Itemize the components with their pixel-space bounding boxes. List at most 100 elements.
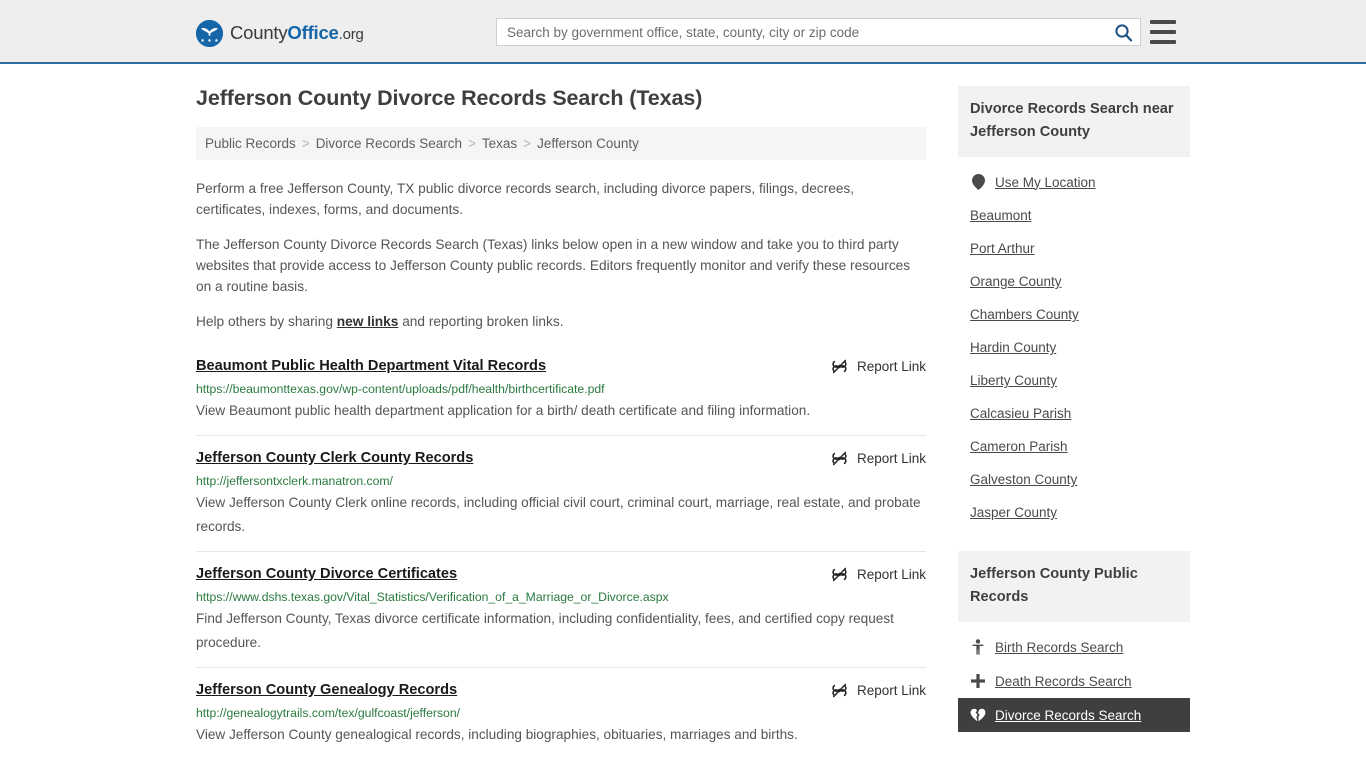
result-item: Jefferson County Clerk County Records Re…: [196, 435, 926, 551]
results-list: Beaumont Public Health Department Vital …: [196, 352, 926, 759]
baby-icon: [970, 639, 986, 655]
sidebar-item-label: Port Arthur: [970, 241, 1035, 256]
menu-bar-2: [1150, 30, 1176, 34]
sidebar-item-label: Calcasieu Parish: [970, 406, 1072, 421]
result-item: Beaumont Public Health Department Vital …: [196, 352, 926, 435]
result-description: View Jefferson County Clerk online recor…: [196, 495, 921, 534]
sidebar-item-label: Jasper County: [970, 505, 1058, 520]
broken-link-icon: [832, 567, 847, 582]
sidebar-item-chambers-county[interactable]: Chambers County: [958, 298, 1190, 331]
intro-p3-before: Help others by sharing: [196, 314, 337, 329]
use-my-location-label: Use My Location: [995, 174, 1096, 190]
sidebar-item-cameron-parish[interactable]: Cameron Parish: [958, 430, 1190, 463]
sidebar-item-hardin-county[interactable]: Hardin County: [958, 331, 1190, 364]
panel-body: Use My Location Beaumont Port Arthur Ora…: [958, 157, 1190, 529]
brand-part-county: County: [230, 22, 288, 44]
new-links-link[interactable]: new links: [337, 314, 399, 329]
menu-bar-3: [1150, 40, 1176, 44]
main-content: Jefferson County Divorce Records Search …: [196, 86, 926, 759]
result-item: Jefferson County Genealogy Records Repor…: [196, 667, 926, 759]
intro-paragraph-1: Perform a free Jefferson County, TX publ…: [196, 181, 855, 217]
map-pin-icon: [970, 174, 986, 190]
panel-nearby-divorce-records: Divorce Records Search near Jefferson Co…: [958, 86, 1190, 529]
search-button[interactable]: [1106, 19, 1140, 45]
result-title-link[interactable]: Jefferson County Genealogy Records: [196, 681, 457, 700]
sidebar-item-label: Liberty County: [970, 373, 1058, 388]
sidebar-item-calcasieu-parish[interactable]: Calcasieu Parish: [958, 397, 1190, 430]
panel-public-records: Jefferson County Public Records Birth Re…: [958, 551, 1190, 732]
search-input[interactable]: [497, 19, 1106, 45]
report-link-label: Report Link: [856, 567, 926, 582]
sidebar-item-label: Cameron Parish: [970, 439, 1068, 454]
breadcrumb: Public Records > Divorce Records Search > Te…: [196, 127, 926, 160]
broken-link-icon: [832, 359, 847, 374]
sidebar-item-galveston-county[interactable]: Galveston County: [958, 463, 1190, 496]
use-my-location-item[interactable]: Use My Location: [958, 165, 1190, 199]
sidebar-item-label: Death Records Search: [995, 673, 1132, 689]
brand-part-office: Office: [287, 22, 339, 44]
brand-wordmark: CountyOffice.org: [230, 24, 364, 43]
sidebar-item-beaumont[interactable]: Beaumont: [958, 199, 1190, 232]
breadcrumb-separator: >: [468, 136, 476, 151]
result-description: View Jefferson County genealogical recor…: [196, 727, 798, 742]
report-link-button[interactable]: Report Link: [831, 565, 926, 583]
breadcrumb-item-divorce-records-search[interactable]: Divorce Records Search: [316, 136, 462, 151]
hamburger-menu-icon[interactable]: [1150, 20, 1176, 44]
broken-link-icon: [832, 683, 847, 698]
sidebar-item-label: Birth Records Search: [995, 639, 1124, 655]
result-item: Jefferson County Divorce Certificates Re…: [196, 551, 926, 667]
sidebar-item-birth-records-search[interactable]: Birth Records Search: [958, 630, 1190, 664]
sidebar: Divorce Records Search near Jefferson Co…: [958, 86, 1190, 754]
report-link-button[interactable]: Report Link: [831, 449, 926, 467]
menu-bar-1: [1150, 20, 1176, 24]
intro-text: Perform a free Jefferson County, TX publ…: [196, 178, 926, 332]
search-icon: [1114, 23, 1132, 41]
site-header: CountyOffice.org: [0, 0, 1366, 64]
report-link-button[interactable]: Report Link: [831, 357, 926, 375]
panel-heading: Divorce Records Search near Jefferson Co…: [958, 86, 1190, 157]
report-link-label: Report Link: [856, 451, 926, 466]
result-description: Find Jefferson County, Texas divorce cer…: [196, 611, 894, 650]
intro-p3-after: and reporting broken links.: [398, 314, 564, 329]
page-container: Jefferson County Divorce Records Search …: [0, 64, 1366, 759]
breadcrumb-item-public-records[interactable]: Public Records: [205, 136, 296, 151]
result-url[interactable]: http://jeffersontxclerk.manatron.com/: [196, 473, 926, 489]
breadcrumb-separator: >: [523, 136, 532, 151]
panel-heading: Jefferson County Public Records: [958, 551, 1190, 622]
result-title-link[interactable]: Beaumont Public Health Department Vital …: [196, 357, 546, 376]
search-bar[interactable]: [496, 18, 1141, 46]
sidebar-item-jasper-county[interactable]: Jasper County: [958, 496, 1190, 529]
brand-part-org: .org: [338, 26, 364, 44]
sidebar-item-label: Galveston County: [970, 472, 1078, 487]
intro-paragraph-3: Help others by sharing new links and rep…: [196, 311, 926, 332]
breadcrumb-item-jefferson-county[interactable]: Jefferson County: [537, 136, 639, 151]
intro-paragraph-2: The Jefferson County Divorce Records Sea…: [196, 237, 911, 294]
result-url[interactable]: https://beaumonttexas.gov/wp-content/upl…: [196, 381, 926, 397]
result-url[interactable]: https://www.dshs.texas.gov/Vital_Statist…: [196, 589, 926, 605]
result-description: View Beaumont public health department a…: [196, 403, 811, 418]
eagle-seal-icon: [196, 20, 223, 47]
sidebar-item-label: Divorce Records Search: [995, 707, 1142, 723]
site-logo[interactable]: CountyOffice.org: [196, 20, 364, 47]
breadcrumb-item-texas[interactable]: Texas: [482, 136, 517, 151]
breadcrumb-separator: >: [301, 136, 310, 151]
panel-body: Birth Records Search Death Records Searc…: [958, 622, 1190, 732]
sidebar-item-liberty-county[interactable]: Liberty County: [958, 364, 1190, 397]
page-title: Jefferson County Divorce Records Search …: [196, 86, 703, 110]
sidebar-item-divorce-records-search[interactable]: Divorce Records Search: [958, 698, 1190, 732]
sidebar-item-label: Orange County: [970, 274, 1062, 289]
broken-link-icon: [832, 451, 847, 466]
sidebar-item-port-arthur[interactable]: Port Arthur: [958, 232, 1190, 265]
report-link-label: Report Link: [856, 683, 926, 698]
result-title-link[interactable]: Jefferson County Divorce Certificates: [196, 565, 457, 584]
result-title-link[interactable]: Jefferson County Clerk County Records: [196, 449, 473, 468]
report-link-button[interactable]: Report Link: [831, 681, 926, 699]
sidebar-item-death-records-search[interactable]: Death Records Search: [958, 664, 1190, 698]
sidebar-item-label: Beaumont: [970, 208, 1032, 223]
result-url[interactable]: http://genealogytrails.com/tex/gulfcoast…: [196, 705, 926, 721]
plus-cross-icon: [970, 673, 986, 689]
broken-heart-icon: [970, 707, 986, 723]
report-link-label: Report Link: [856, 359, 926, 374]
sidebar-item-orange-county[interactable]: Orange County: [958, 265, 1190, 298]
sidebar-item-label: Hardin County: [970, 340, 1057, 355]
